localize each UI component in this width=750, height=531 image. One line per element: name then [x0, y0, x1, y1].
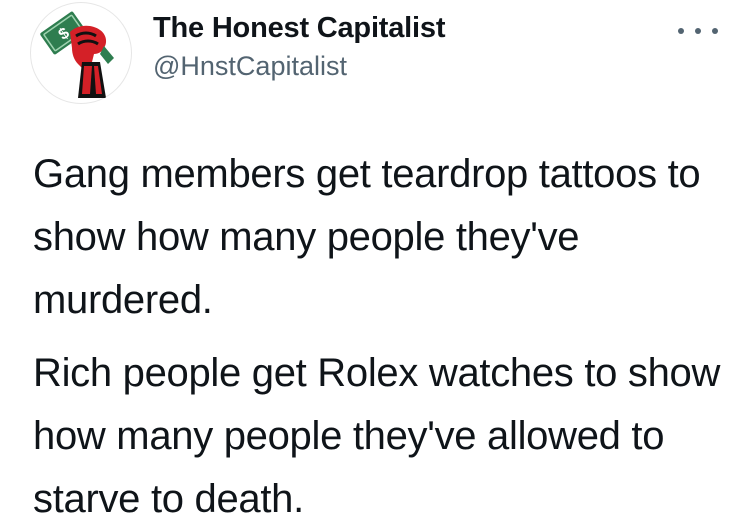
tweet-card: $ The Honest Capitalist @HnstCapitalist …	[0, 0, 750, 530]
display-name[interactable]: The Honest Capitalist	[153, 12, 445, 45]
tweet-paragraph: Gang members get teardrop tattoos to sho…	[33, 152, 701, 322]
avatar[interactable]: $	[30, 2, 132, 104]
raised-fist-holding-money-icon: $	[40, 11, 114, 98]
tweet-paragraph: Rich people get Rolex watches to show ho…	[33, 351, 721, 521]
more-options-icon[interactable]	[678, 20, 718, 42]
tweet-text: Gang members get teardrop tattoos to sho…	[33, 143, 733, 531]
more-dot	[678, 28, 684, 34]
more-dot	[712, 28, 718, 34]
more-dot	[695, 28, 701, 34]
user-handle[interactable]: @HnstCapitalist	[153, 51, 347, 82]
